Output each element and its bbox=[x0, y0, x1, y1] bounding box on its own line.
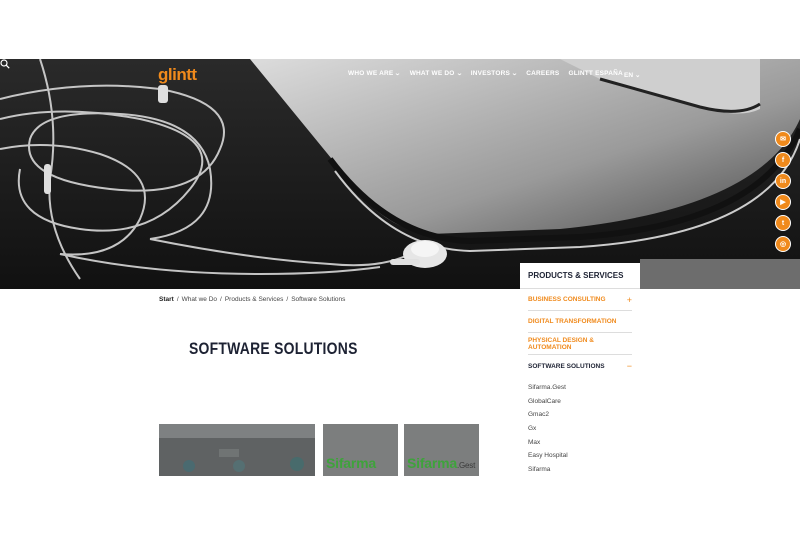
glintt-logo[interactable]: glintt bbox=[158, 65, 197, 85]
submenu-item[interactable]: GlobalCare bbox=[528, 395, 632, 409]
main-nav: WHO WE ARE ⌄ WHAT WE DO ⌄ INVESTORS ⌄ CAREERS G… bbox=[348, 70, 623, 77]
hero-photo bbox=[0, 59, 800, 289]
nav-label: CAREERS bbox=[526, 70, 560, 77]
side-menu-item-label: BUSINESS CONSULTING bbox=[528, 296, 606, 303]
search-icon[interactable] bbox=[0, 59, 10, 69]
nav-item-careers[interactable]: CAREERS bbox=[526, 70, 559, 77]
breadcrumb-separator: / bbox=[220, 296, 222, 303]
breadcrumb-current: Software Solutions bbox=[291, 296, 346, 303]
nav-item-what-we-do[interactable]: WHAT WE DO ⌄ bbox=[409, 70, 463, 77]
breadcrumb-separator: / bbox=[286, 296, 289, 303]
language-label: EN bbox=[624, 71, 634, 79]
instagram-icon[interactable]: ◎ bbox=[775, 236, 791, 252]
nav-item-glintt-espa-a[interactable]: GLINTT ESPAÑA bbox=[568, 70, 622, 77]
browser-viewport: glintt WHO WE ARE ⌄ WHAT WE DO ⌄ INVESTORS ⌄ C… bbox=[0, 59, 800, 476]
product-tile-sifarma-gest[interactable]: Sifarma.Gest bbox=[404, 424, 479, 476]
side-menu-title: PRODUCTS & SERVICES bbox=[520, 263, 640, 289]
side-menu-item-business-consulting[interactable]: BUSINESS CONSULTING + bbox=[528, 289, 632, 311]
product-tile-photo[interactable] bbox=[159, 424, 315, 476]
sifarma-logo: Sifarma bbox=[326, 455, 376, 471]
side-menu-list: BUSINESS CONSULTING + DIGITAL TRANSFORMATI… bbox=[520, 289, 640, 476]
submenu-item[interactable]: Max bbox=[528, 436, 632, 450]
twitter-icon[interactable]: t bbox=[775, 215, 791, 231]
chevron-down-icon: ⌄ bbox=[635, 72, 641, 79]
side-menu-item-label: DIGITAL TRANSFORMATION bbox=[528, 318, 617, 325]
submenu-item[interactable]: Sifarma.Gest bbox=[528, 381, 632, 395]
side-menu-item-label: PHYSICAL DESIGN & AUTOMATION bbox=[528, 336, 594, 351]
collapse-icon[interactable]: − bbox=[627, 361, 632, 371]
youtube-icon[interactable]: ▶ bbox=[775, 194, 791, 210]
nav-label: WHAT WE DO bbox=[409, 70, 455, 77]
side-menu-item-label: SOFTWARE SOLUTIONS bbox=[528, 362, 605, 370]
office-photo bbox=[159, 424, 315, 476]
products-services-menu: PRODUCTS & SERVICES BUSINESS CONSULTING +… bbox=[520, 263, 640, 476]
chevron-down-icon: ⌄ bbox=[394, 71, 402, 77]
facebook-icon[interactable]: f bbox=[775, 152, 791, 168]
email-icon[interactable]: ✉ bbox=[775, 131, 791, 147]
linkedin-icon[interactable]: in bbox=[775, 173, 791, 189]
page-title: SOFTWARE SOLUTIONS bbox=[189, 339, 358, 358]
expand-icon[interactable]: + bbox=[627, 295, 632, 305]
social-links: ✉ f in ▶ t ◎ bbox=[775, 131, 791, 252]
submenu-item[interactable]: Easy Hospital bbox=[528, 449, 632, 463]
submenu-item[interactable]: Gmac2 bbox=[528, 408, 632, 422]
page: glintt WHO WE ARE ⌄ WHAT WE DO ⌄ INVESTORS ⌄ C… bbox=[0, 0, 800, 533]
nav-label: GLINTT ESPAÑA bbox=[568, 70, 623, 77]
breadcrumb-products-services[interactable]: Products & Services bbox=[225, 296, 284, 303]
nav-label: WHO WE ARE bbox=[348, 70, 394, 77]
breadcrumb-start[interactable]: Start bbox=[159, 296, 174, 303]
chevron-down-icon: ⌄ bbox=[455, 71, 463, 77]
sifarma-gest-logo: Sifarma.Gest bbox=[407, 455, 476, 471]
submenu-item[interactable]: Gx bbox=[528, 422, 632, 436]
product-tile-sifarma[interactable]: Sifarma bbox=[323, 424, 398, 476]
breadcrumb-separator: / bbox=[176, 296, 179, 303]
nav-item-who-we-are[interactable]: WHO WE ARE ⌄ bbox=[348, 70, 401, 77]
side-menu-item-software-solutions[interactable]: SOFTWARE SOLUTIONS − bbox=[528, 355, 632, 377]
software-solutions-submenu: Sifarma.Gest GlobalCare Gmac2 Gx Max Easy Hos… bbox=[528, 377, 632, 476]
language-selector[interactable]: EN ⌄ bbox=[624, 71, 641, 80]
nav-label: INVESTORS bbox=[470, 70, 511, 77]
side-menu-item-digital-transformation[interactable]: DIGITAL TRANSFORMATION bbox=[528, 311, 632, 333]
chevron-down-icon: ⌄ bbox=[511, 71, 519, 77]
breadcrumb-what-we-do[interactable]: What we Do bbox=[182, 296, 217, 303]
side-menu-item-physical-design-automation[interactable]: PHYSICAL DESIGN & AUTOMATION bbox=[528, 333, 632, 355]
hero-banner: glintt WHO WE ARE ⌄ WHAT WE DO ⌄ INVESTORS ⌄ C… bbox=[0, 59, 800, 289]
breadcrumb: Start / What we Do / Products & Services… bbox=[159, 296, 345, 303]
nav-item-investors[interactable]: INVESTORS ⌄ bbox=[470, 70, 519, 77]
submenu-item[interactable]: Sifarma bbox=[528, 463, 632, 476]
